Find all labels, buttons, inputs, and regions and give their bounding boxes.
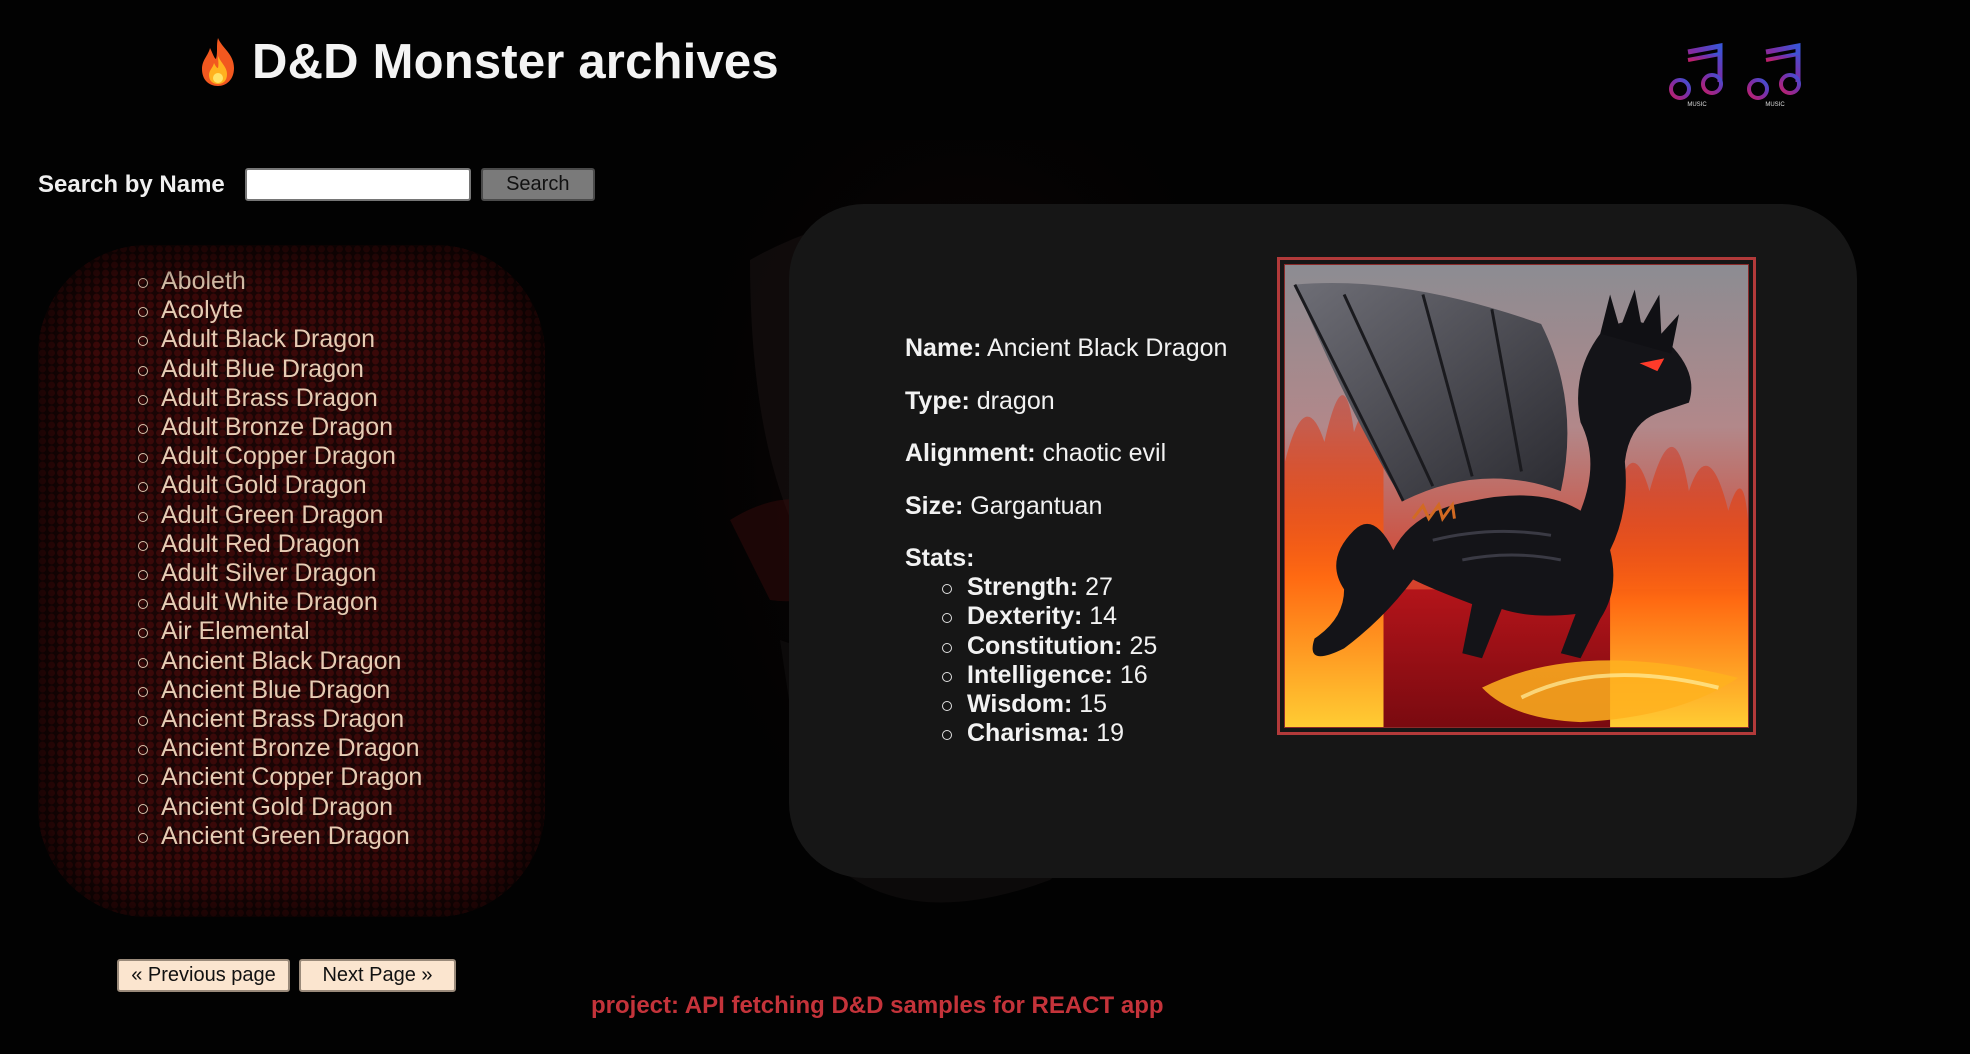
monster-list-item[interactable]: Adult Black Dragon bbox=[138, 325, 422, 354]
monster-list-item[interactable]: Ancient Bronze Dragon bbox=[138, 734, 422, 763]
music-note-icon[interactable]: MUSIC bbox=[1744, 42, 1806, 108]
monster-list-item[interactable]: Acolyte bbox=[138, 296, 422, 325]
stat-value: 25 bbox=[1129, 631, 1158, 660]
monster-size: Gargantuan bbox=[970, 491, 1103, 520]
stat-value: 15 bbox=[1079, 690, 1108, 719]
search-label: Search by Name bbox=[38, 170, 225, 198]
stat-label: Strength: bbox=[967, 573, 1079, 601]
size-label: Size: bbox=[905, 491, 964, 520]
monster-type-row: Type: dragon bbox=[905, 387, 1227, 440]
stat-label: Intelligence: bbox=[967, 660, 1113, 689]
page-title-text: D&D Monster archives bbox=[252, 35, 779, 89]
monster-alignment-row: Alignment: chaotic evil bbox=[905, 439, 1227, 492]
stat-intelligence: Intelligence: 16 bbox=[942, 661, 1227, 690]
monster-list-item[interactable]: Adult Brass Dragon bbox=[138, 384, 422, 413]
stat-constitution: Constitution: 25 bbox=[942, 632, 1227, 661]
monster-list-item[interactable]: Adult Red Dragon bbox=[138, 530, 422, 559]
monster-list-item[interactable]: Air Elemental bbox=[138, 617, 422, 646]
flame-icon bbox=[202, 38, 234, 86]
search-input[interactable] bbox=[244, 168, 471, 201]
app-page: D&D Monster archives MUSIC MUSIC Search … bbox=[0, 0, 1970, 1054]
pagination: « Previous page Next Page » bbox=[117, 959, 456, 992]
monster-type: dragon bbox=[976, 386, 1055, 415]
stats-label: Stats: bbox=[905, 544, 975, 572]
alignment-label: Alignment: bbox=[905, 439, 1036, 467]
monster-list-item[interactable]: Ancient Gold Dragon bbox=[138, 793, 422, 822]
monster-list-item[interactable]: Adult White Dragon bbox=[138, 588, 422, 617]
stat-charisma: Charisma: 19 bbox=[942, 719, 1227, 748]
monster-list-item[interactable]: Adult Blue Dragon bbox=[138, 355, 422, 384]
monster-list-item[interactable]: Aboleth bbox=[138, 267, 422, 296]
stat-value: 19 bbox=[1096, 719, 1125, 748]
monster-list-item[interactable]: Adult Silver Dragon bbox=[138, 559, 422, 588]
monster-info: Name: Ancient Black Dragon Type: dragon … bbox=[905, 334, 1227, 749]
monster-list-item[interactable]: Adult Bronze Dragon bbox=[138, 413, 422, 442]
monster-name-row: Name: Ancient Black Dragon bbox=[905, 334, 1227, 387]
stat-label: Charisma: bbox=[967, 719, 1090, 748]
stat-strength: Strength: 27 bbox=[942, 573, 1227, 602]
monster-list-item[interactable]: Adult Copper Dragon bbox=[138, 442, 422, 471]
stat-label: Constitution: bbox=[967, 631, 1123, 660]
music-controls: MUSIC MUSIC bbox=[1666, 42, 1806, 108]
dragon-illustration bbox=[1284, 264, 1749, 728]
stat-value: 14 bbox=[1089, 602, 1118, 631]
monster-list-item[interactable]: Ancient Green Dragon bbox=[138, 822, 422, 851]
search-bar: Search by Name Search bbox=[38, 168, 595, 201]
monster-image bbox=[1277, 257, 1756, 735]
monster-list-panel: Aboleth Acolyte Adult Black Dragon Adult… bbox=[38, 245, 545, 917]
monster-stats: Stats: Strength: 27 Dexterity: 14 Consti… bbox=[905, 544, 1227, 749]
stat-label: Wisdom: bbox=[967, 690, 1073, 719]
music-note-icon[interactable]: MUSIC bbox=[1666, 42, 1728, 108]
monster-list-item[interactable]: Adult Gold Dragon bbox=[138, 471, 422, 500]
stat-label: Dexterity: bbox=[967, 602, 1083, 631]
next-page-button[interactable]: Next Page » bbox=[299, 959, 456, 992]
previous-page-button[interactable]: « Previous page bbox=[117, 959, 290, 992]
footer-note: project: API fetching D&D samples for RE… bbox=[591, 992, 1164, 1019]
stat-dexterity: Dexterity: 14 bbox=[942, 602, 1227, 631]
monster-detail-card: Name: Ancient Black Dragon Type: dragon … bbox=[789, 204, 1857, 878]
monster-list: Aboleth Acolyte Adult Black Dragon Adult… bbox=[138, 267, 422, 851]
name-label: Name: bbox=[905, 334, 982, 362]
svg-text:MUSIC: MUSIC bbox=[1765, 102, 1785, 108]
monster-size-row: Size: Gargantuan bbox=[905, 492, 1227, 545]
page-title: D&D Monster archives bbox=[196, 34, 779, 90]
type-label: Type: bbox=[905, 386, 970, 415]
search-button[interactable]: Search bbox=[480, 168, 595, 201]
svg-text:MUSIC: MUSIC bbox=[1687, 102, 1707, 108]
monster-alignment: chaotic evil bbox=[1042, 439, 1167, 467]
stat-value: 27 bbox=[1085, 573, 1113, 601]
monster-list-item[interactable]: Ancient Blue Dragon bbox=[138, 676, 422, 705]
monster-list-item[interactable]: Ancient Brass Dragon bbox=[138, 705, 422, 734]
monster-name: Ancient Black Dragon bbox=[987, 334, 1228, 362]
monster-list-item[interactable]: Ancient Copper Dragon bbox=[138, 763, 422, 792]
monster-list-item[interactable]: Adult Green Dragon bbox=[138, 501, 422, 530]
stat-wisdom: Wisdom: 15 bbox=[942, 690, 1227, 719]
monster-list-item[interactable]: Ancient Black Dragon bbox=[138, 647, 422, 676]
stat-value: 16 bbox=[1119, 660, 1148, 689]
stats-list: Strength: 27 Dexterity: 14 Constitution:… bbox=[942, 573, 1227, 749]
